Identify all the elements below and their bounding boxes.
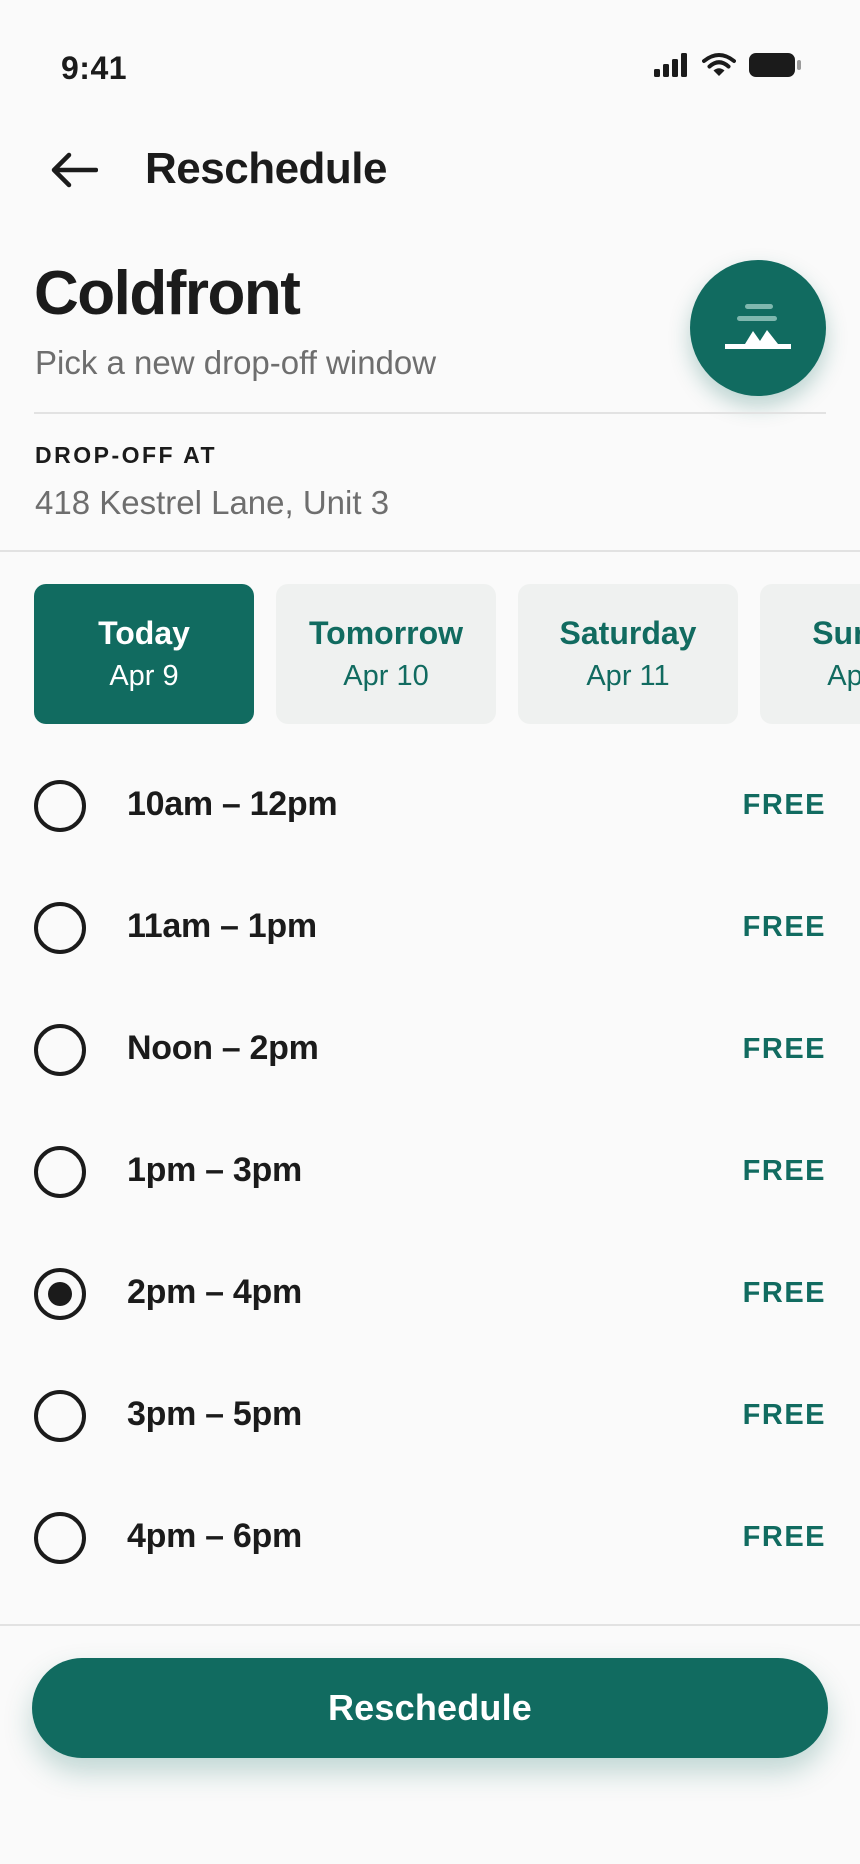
date-chip-date: Apr 12 <box>827 660 860 692</box>
date-chip-day: Today <box>98 615 190 651</box>
date-chip-day: Saturday <box>559 615 697 651</box>
date-chip-today[interactable]: Today Apr 9 <box>34 584 254 724</box>
back-button[interactable] <box>44 142 104 202</box>
dropoff-address: 418 Kestrel Lane, Unit 3 <box>35 484 390 521</box>
slot-radio[interactable] <box>34 1512 86 1564</box>
slot-fee: FREE <box>742 1399 826 1431</box>
slot-fee: FREE <box>742 789 826 821</box>
divider <box>34 412 826 414</box>
slot-time: Noon – 2pm <box>127 1029 319 1067</box>
date-chip-date: Apr 9 <box>109 660 179 692</box>
date-selector: Today Apr 9 Tomorrow Apr 10 Saturday Apr… <box>0 584 860 724</box>
divider <box>0 550 860 552</box>
reschedule-button-label: Reschedule <box>327 1687 533 1728</box>
date-chip-saturday[interactable]: Saturday Apr 11 <box>518 584 738 724</box>
date-chip-tomorrow[interactable]: Tomorrow Apr 10 <box>276 584 496 724</box>
time-slot-row[interactable]: Noon – 2pm FREE <box>0 989 860 1111</box>
slot-fee: FREE <box>742 911 826 943</box>
store-logo <box>690 260 826 396</box>
status-bar: 9:41 <box>0 0 860 130</box>
time-slot-row[interactable]: 4pm – 6pm FREE <box>0 1477 860 1599</box>
date-chip-day: Tomorrow <box>308 615 464 651</box>
slot-time: 1pm – 3pm <box>127 1151 302 1189</box>
store-subtitle: Pick a new drop-off window <box>35 344 437 381</box>
slot-radio[interactable] <box>34 902 86 954</box>
slot-fee: FREE <box>742 1521 826 1553</box>
date-chip-date: Apr 10 <box>343 660 429 692</box>
slot-time: 11am – 1pm <box>127 907 317 945</box>
signal-icon <box>654 53 690 82</box>
page-title: Reschedule <box>145 144 387 193</box>
reschedule-button[interactable]: Reschedule <box>32 1658 828 1758</box>
slot-radio[interactable] <box>34 1146 86 1198</box>
slot-fee: FREE <box>742 1155 826 1187</box>
slot-radio[interactable] <box>34 1390 86 1442</box>
date-chip-sunday[interactable]: Sunday Apr 12 <box>760 584 860 724</box>
slot-radio[interactable] <box>34 780 86 832</box>
slot-radio[interactable] <box>34 1268 86 1320</box>
date-chip-day: Sunday <box>812 615 860 651</box>
status-time: 9:41 <box>61 50 128 86</box>
dropoff-label: DROP-OFF AT <box>35 442 218 468</box>
status-icons <box>654 52 802 83</box>
store-name: Coldfront <box>34 259 301 328</box>
divider <box>0 1624 860 1626</box>
wifi-icon <box>702 52 736 83</box>
slot-fee: FREE <box>742 1033 826 1065</box>
slot-fee: FREE <box>742 1277 826 1309</box>
radio-dot <box>48 1282 72 1306</box>
time-slot-row[interactable]: 10am – 12pm FREE <box>0 745 860 867</box>
battery-icon <box>748 52 802 83</box>
date-chip-date: Apr 11 <box>586 660 670 692</box>
slot-time: 3pm – 5pm <box>127 1395 302 1433</box>
slot-time: 10am – 12pm <box>127 785 338 823</box>
time-slot-row[interactable]: 3pm – 5pm FREE <box>0 1355 860 1477</box>
mountain-logo-icon <box>723 300 793 357</box>
slot-time: 4pm – 6pm <box>127 1517 302 1555</box>
time-slot-row[interactable]: 11am – 1pm FREE <box>0 867 860 989</box>
top-app-bar: Reschedule <box>0 130 860 210</box>
slot-time: 2pm – 4pm <box>127 1273 302 1311</box>
arrow-left-icon <box>50 152 99 193</box>
time-slot-list: 10am – 12pm FREE 11am – 1pm FREE Noon – … <box>0 745 860 1599</box>
time-slot-row[interactable]: 1pm – 3pm FREE <box>0 1111 860 1233</box>
time-slot-row[interactable]: 2pm – 4pm FREE <box>0 1233 860 1355</box>
slot-radio[interactable] <box>34 1024 86 1076</box>
